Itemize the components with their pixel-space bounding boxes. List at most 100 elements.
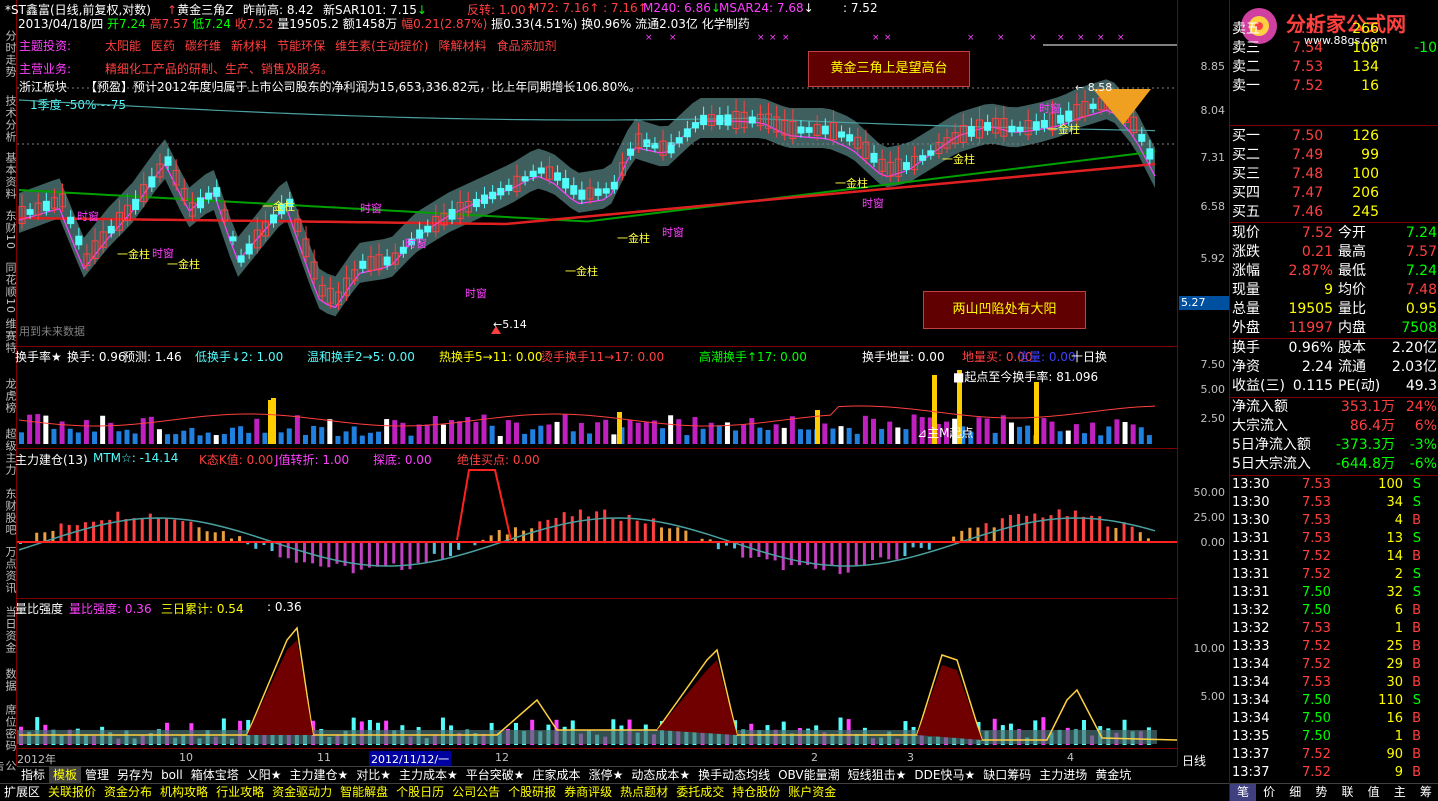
- left-tab-12[interactable]: 席位密码: [0, 704, 17, 752]
- indicator-tab[interactable]: 指标: [17, 767, 49, 783]
- function-tab[interactable]: 行业攻略: [212, 784, 268, 801]
- turnover-since-start: ■起点至今换手率: 81.096: [953, 370, 1099, 384]
- candle: [578, 189, 586, 200]
- right-panel-tab[interactable]: 笔: [1230, 784, 1257, 801]
- left-tab-7[interactable]: 超级主力: [0, 428, 17, 476]
- left-tab-5[interactable]: 维赛特: [0, 318, 17, 354]
- mtm-bar: [92, 521, 96, 542]
- turnover-bar: [1122, 422, 1128, 444]
- function-tab[interactable]: 券商评级: [560, 784, 616, 801]
- tick-time: 13:34: [1232, 675, 1270, 690]
- tick-volume: 16: [1386, 711, 1403, 726]
- turnover-bar: [765, 429, 771, 444]
- right-panel-tab[interactable]: 细: [1282, 784, 1308, 801]
- function-tab[interactable]: 委托成交: [672, 784, 728, 801]
- tick-volume: 6: [1394, 603, 1403, 618]
- right-panel-tab[interactable]: 值: [1361, 784, 1387, 801]
- indicator-tab[interactable]: 主力成本★: [395, 767, 462, 783]
- left-tab-4[interactable]: 同花顺10: [0, 262, 17, 314]
- turnover-bar: [132, 433, 138, 444]
- left-tab-1[interactable]: 技术分析: [0, 95, 17, 143]
- left-tab-2[interactable]: 基本资料: [0, 152, 17, 200]
- indicator-tab[interactable]: 模板: [49, 767, 82, 783]
- function-tab[interactable]: 个股研报: [504, 784, 560, 801]
- candle: [610, 181, 618, 190]
- indicator-tab[interactable]: 平台突破★: [462, 767, 529, 783]
- left-tab-11[interactable]: 数据: [0, 668, 17, 692]
- indicator-tab[interactable]: 乂阳★: [243, 767, 286, 783]
- fundamental-row: 收益(三) 0.115 PE(动) 49.3: [1230, 377, 1438, 396]
- bid-row[interactable]: 买五 7.46 245: [1230, 203, 1438, 222]
- indicator-tab[interactable]: 主力建仓★: [285, 767, 352, 783]
- left-tab-10[interactable]: 当日资金: [0, 606, 17, 654]
- right-panel-tab[interactable]: 价: [1256, 784, 1282, 801]
- indicator-tab[interactable]: 另存为: [113, 767, 157, 783]
- indicator-tab[interactable]: 换手动态均线: [694, 767, 774, 783]
- function-tab[interactable]: 持仓股份: [728, 784, 784, 801]
- candle: [164, 156, 172, 166]
- indicator-tab[interactable]: 箱体宝塔: [187, 767, 243, 783]
- ask-row[interactable]: 卖五 7.55 266: [1230, 20, 1438, 39]
- candle: [821, 125, 829, 135]
- bid-row[interactable]: 买一 7.50 126: [1230, 127, 1438, 146]
- mtm-bar: [83, 522, 87, 542]
- mtm-bar: [1017, 514, 1021, 542]
- left-tab-3[interactable]: 东财10: [0, 210, 17, 250]
- indicator-tab[interactable]: 短线狙击★: [844, 767, 911, 783]
- function-tab[interactable]: 账户资金: [784, 784, 840, 801]
- signal-mark: ×: [782, 33, 790, 43]
- function-tab[interactable]: 机构攻略: [156, 784, 212, 801]
- right-panel-tab[interactable]: 联: [1335, 784, 1361, 801]
- turnover-bar: [254, 418, 260, 444]
- bid-row[interactable]: 买二 7.49 99: [1230, 146, 1438, 165]
- ask-row[interactable]: 卖二 7.53 134: [1230, 58, 1438, 77]
- left-tab-6[interactable]: 龙虎榜: [0, 378, 17, 414]
- indicator-tab[interactable]: boll: [157, 767, 187, 783]
- tick-price: 7.50: [1302, 711, 1331, 726]
- function-tab[interactable]: 关联报价: [44, 784, 100, 801]
- x-axis-label: 4: [1067, 751, 1074, 764]
- ask-label: 卖五: [1232, 21, 1260, 37]
- function-tab[interactable]: 资金分布: [100, 784, 156, 801]
- left-tab-0[interactable]: 分时走势: [0, 30, 17, 78]
- right-panel-tab[interactable]: 势: [1308, 784, 1334, 801]
- period-label[interactable]: 日线: [1182, 752, 1206, 769]
- function-tab[interactable]: 热点题材: [616, 784, 672, 801]
- bid-row[interactable]: 买三 7.48 100: [1230, 165, 1438, 184]
- function-tab[interactable]: 智能解盘: [336, 784, 392, 801]
- left-tab-8[interactable]: 东财股吧: [0, 488, 17, 536]
- indicator-tab[interactable]: DDE快马★: [910, 767, 979, 783]
- mtm-bar: [814, 542, 818, 569]
- left-tab-9[interactable]: 万点资讯: [0, 546, 17, 594]
- candle: [521, 176, 529, 182]
- indicator-tab[interactable]: 庄家成本: [529, 767, 585, 783]
- turnover-bar: [554, 421, 560, 444]
- right-panel-tab[interactable]: 主: [1387, 784, 1413, 801]
- indicator-tab[interactable]: 对比★: [352, 767, 395, 783]
- indicator-tab[interactable]: 涨停★: [585, 767, 628, 783]
- turnover-bar: [871, 418, 876, 444]
- right-panel-tab[interactable]: 筹: [1413, 784, 1438, 801]
- indicator-tab[interactable]: 黄金坑: [1091, 767, 1135, 783]
- left-tab-13[interactable]: 公告: [0, 760, 17, 772]
- ask-row[interactable]: 卖三 7.54 106 -10: [1230, 39, 1438, 58]
- indicator-tab[interactable]: 主力进场: [1035, 767, 1091, 783]
- indicator-tab[interactable]: OBV能量潮: [774, 767, 844, 783]
- function-tab[interactable]: 公司公告: [448, 784, 504, 801]
- bid-row[interactable]: 买四 7.47 206: [1230, 184, 1438, 203]
- flow-pct: 6%: [1414, 418, 1437, 434]
- mtm-bar: [1057, 509, 1061, 542]
- tick-price: 7.52: [1302, 639, 1331, 654]
- function-tab[interactable]: 扩展区: [0, 784, 44, 801]
- mtm-bar: [213, 532, 217, 542]
- flow-pct: -3%: [1409, 437, 1437, 453]
- indicator-tab[interactable]: 动态成本★: [627, 767, 694, 783]
- function-tab[interactable]: 个股日历: [392, 784, 448, 801]
- indicator-tab[interactable]: 管理: [81, 767, 113, 783]
- ask-row[interactable]: 卖一 7.52 16: [1230, 77, 1438, 96]
- bid-price: 7.49: [1292, 147, 1324, 163]
- turnover-bar: [189, 427, 195, 444]
- indicator-tab[interactable]: 缺口筹码: [979, 767, 1035, 783]
- chart-area[interactable]: *ST鑫富(日线,前复权,对数) ↑黄金三角Z 昨前高: 8.42 新SAR10…: [5, 0, 1177, 767]
- function-tab[interactable]: 资金驱动力: [268, 784, 336, 801]
